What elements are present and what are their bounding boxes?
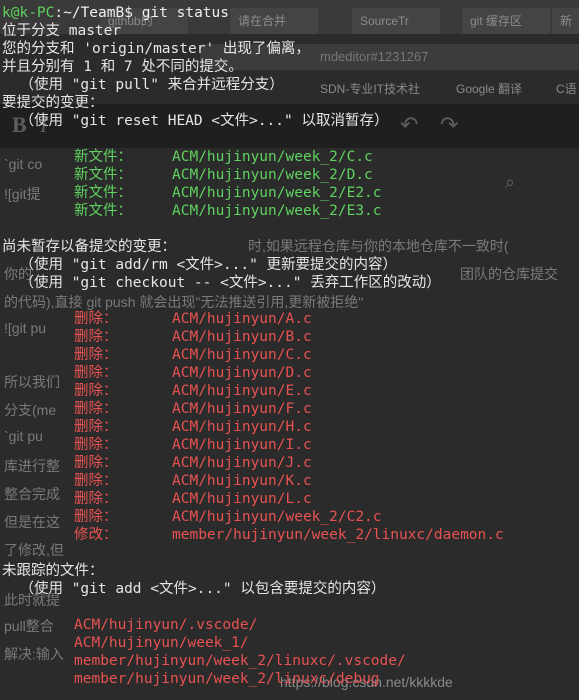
untracked-file: member/hujinyun/week_2/linuxc/.vscode/ [74, 653, 406, 669]
file-path: member/hujinyun/week_2/linuxc/daemon.c [172, 527, 504, 543]
file-status-label: 删除： [74, 311, 118, 327]
branch-line: 位于分支 master [2, 23, 122, 39]
file-path: ACM/hujinyun/I.c [172, 437, 312, 453]
unstaged-file-row: 修改： member/hujinyun/week_2/linuxc/daemon.… [74, 526, 504, 544]
unstaged-file-row: 删除： ACM/hujinyun/J.c [74, 454, 312, 472]
file-path: ACM/hujinyun/week_2/D.c [172, 167, 373, 183]
file-status-label: 修改： [74, 527, 118, 543]
file-path: ACM/hujinyun/week_2/C2.c [172, 509, 382, 525]
unstaged-file-row: 删除： ACM/hujinyun/week_2/C2.c [74, 508, 382, 526]
file-status-label: 删除： [74, 419, 118, 435]
file-status-label: 删除： [74, 347, 118, 363]
file-status-label: 删除： [74, 329, 118, 345]
untracked-file: ACM/hujinyun/.vscode/ [74, 617, 258, 633]
hint-add: （使用 "git add/rm <文件>..." 更新要提交的内容） [2, 257, 398, 273]
untracked-header: 未跟踪的文件： [2, 563, 104, 579]
file-path: ACM/hujinyun/E.c [172, 383, 312, 399]
hint-untracked: （使用 "git add <文件>..." 以包含要提交的内容） [2, 581, 386, 597]
file-path: ACM/hujinyun/K.c [172, 473, 312, 489]
file-path: ACM/hujinyun/F.c [172, 401, 312, 417]
prompt-user-host: k@k-PC [2, 5, 55, 21]
file-status-label: 新文件： [74, 185, 132, 201]
unstaged-header: 尚未暂存以备提交的变更： [2, 239, 176, 255]
hint-reset: （使用 "git reset HEAD <文件>..." 以取消暂存） [2, 113, 389, 129]
unstaged-file-row: 删除： ACM/hujinyun/D.c [74, 364, 312, 382]
unstaged-file-row: 删除： ACM/hujinyun/H.c [74, 418, 312, 436]
unstaged-file-row: 删除： ACM/hujinyun/I.c [74, 436, 312, 454]
untracked-file: ACM/hujinyun/week_1/ [74, 635, 249, 651]
file-path: ACM/hujinyun/week_2/E2.c [172, 185, 382, 201]
file-status-label: 删除： [74, 455, 118, 471]
hint-checkout: （使用 "git checkout -- <文件>..." 丢弃工作区的改动） [2, 275, 441, 291]
untracked-file: member/hujinyun/week_2/linuxc/debug [74, 671, 380, 687]
command-prompt: k@k-PC:~/TeamB$ git status [2, 4, 229, 22]
unstaged-file-row: 删除： ACM/hujinyun/K.c [74, 472, 312, 490]
prompt-dollar: $ [124, 5, 133, 21]
terminal-output[interactable]: k@k-PC:~/TeamB$ git status 位于分支 master 您… [0, 0, 579, 700]
file-status-label: 删除： [74, 473, 118, 489]
staged-file-row: 新文件： ACM/hujinyun/week_2/E3.c [74, 202, 382, 220]
staged-header: 要提交的变更： [2, 95, 104, 111]
unstaged-file-row: 删除： ACM/hujinyun/F.c [74, 400, 312, 418]
file-path: ACM/hujinyun/A.c [172, 311, 312, 327]
commit-counts-line: 并且分别有 1 和 7 处不同的提交。 [2, 59, 243, 75]
file-status-label: 删除： [74, 437, 118, 453]
unstaged-file-row: 删除： ACM/hujinyun/B.c [74, 328, 312, 346]
unstaged-file-row: 删除： ACM/hujinyun/L.c [74, 490, 312, 508]
file-status-label: 删除： [74, 365, 118, 381]
file-status-label: 新文件： [74, 167, 132, 183]
file-path: ACM/hujinyun/C.c [172, 347, 312, 363]
file-path: ACM/hujinyun/J.c [172, 455, 312, 471]
hint-pull: （使用 "git pull" 来合并远程分支） [2, 77, 284, 93]
file-status-label: 新文件： [74, 149, 132, 165]
file-path: ACM/hujinyun/L.c [172, 491, 312, 507]
unstaged-file-row: 删除： ACM/hujinyun/A.c [74, 310, 312, 328]
diverged-line: 您的分支和 'origin/master' 出现了偏离， [2, 41, 310, 57]
file-status-label: 删除： [74, 401, 118, 417]
staged-file-row: 新文件： ACM/hujinyun/week_2/E2.c [74, 184, 382, 202]
file-status-label: 删除： [74, 383, 118, 399]
file-path: ACM/hujinyun/H.c [172, 419, 312, 435]
unstaged-file-row: 删除： ACM/hujinyun/E.c [74, 382, 312, 400]
file-path: ACM/hujinyun/D.c [172, 365, 312, 381]
prompt-path: :~/TeamB [54, 5, 125, 21]
file-path: ACM/hujinyun/B.c [172, 329, 312, 345]
staged-file-row: 新文件： ACM/hujinyun/week_2/D.c [74, 166, 373, 184]
prompt-command: git status [132, 5, 229, 21]
file-status-label: 删除： [74, 491, 118, 507]
file-path: ACM/hujinyun/week_2/E3.c [172, 203, 382, 219]
staged-file-row: 新文件： ACM/hujinyun/week_2/C.c [74, 148, 373, 166]
unstaged-file-row: 删除： ACM/hujinyun/C.c [74, 346, 312, 364]
file-status-label: 删除： [74, 509, 118, 525]
file-status-label: 新文件： [74, 203, 132, 219]
file-path: ACM/hujinyun/week_2/C.c [172, 149, 373, 165]
